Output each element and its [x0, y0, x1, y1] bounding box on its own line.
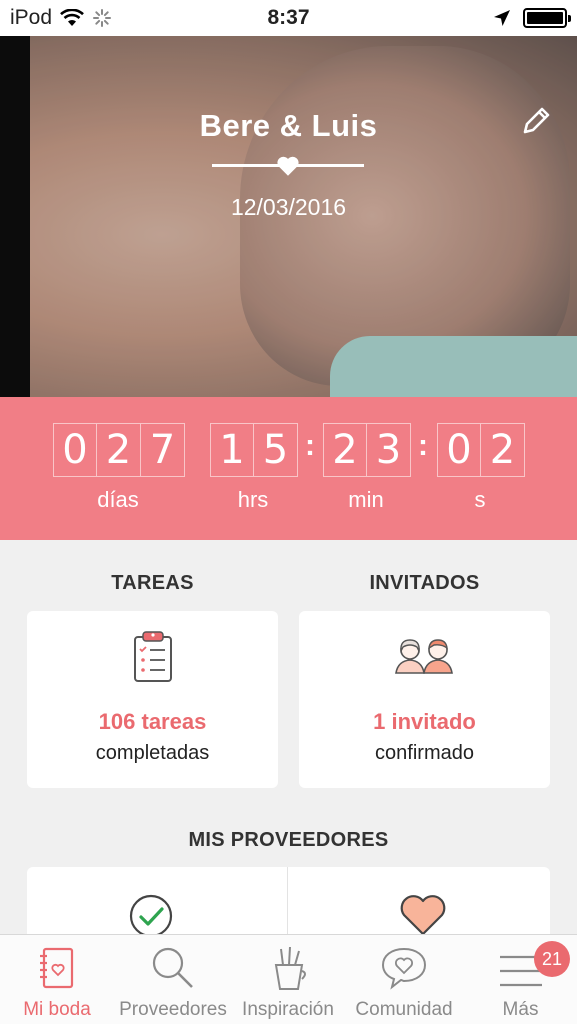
favorites-heart-icon[interactable]: [399, 893, 447, 937]
pencil-cup-icon: [274, 946, 306, 990]
tab-inspiracion[interactable]: Inspiración: [232, 935, 344, 1024]
days-digit: 7: [141, 423, 185, 477]
tasks-title: TAREAS: [111, 572, 194, 594]
minutes-digit: 2: [323, 423, 367, 477]
couple-photo-header: Bere & Luis 12/03/2016: [0, 36, 577, 397]
tab-label: Mi boda: [23, 999, 91, 1020]
hours-label: hrs: [237, 487, 269, 512]
seconds-digits: 0 2: [437, 423, 525, 477]
tasks-sub: completadas: [95, 742, 210, 764]
days-digit: 0: [53, 423, 97, 477]
tab-label: Comunidad: [355, 999, 453, 1020]
hours-digit: 5: [254, 423, 298, 477]
couple-names: Bere & Luis: [199, 108, 378, 143]
seconds-digit: 2: [481, 423, 525, 477]
status-right: [493, 8, 571, 28]
tab-label: Más: [502, 999, 539, 1020]
guests-count: 1 invitado: [373, 709, 476, 734]
days-digit: 2: [97, 423, 141, 477]
edit-pencil-icon[interactable]: [519, 104, 553, 138]
battery-icon: [523, 8, 571, 28]
clipboard-icon: [134, 631, 172, 682]
wedding-date: 12/03/2016: [230, 194, 347, 220]
guests-card[interactable]: 1 invitado confirmado: [299, 611, 550, 788]
time-separator: :: [418, 429, 428, 462]
seconds-digit: 0: [437, 423, 481, 477]
status-time: 8:37: [267, 6, 310, 29]
days-label: días: [97, 487, 139, 512]
tab-mi-boda[interactable]: Mi boda: [0, 935, 114, 1024]
tab-bar: Mi boda Proveedores Inspiración Comunida…: [0, 934, 577, 1024]
tab-proveedores[interactable]: Proveedores: [114, 935, 232, 1024]
tab-label: Proveedores: [119, 999, 227, 1020]
heart-icon: [277, 156, 299, 176]
location-arrow-icon: [494, 10, 510, 26]
tasks-card[interactable]: 106 tareas completadas: [27, 611, 278, 788]
status-bar: iPod 8:37: [0, 0, 577, 36]
minutes-digit: 3: [367, 423, 411, 477]
days-digits: 0 2 7: [53, 423, 185, 477]
guests-title: INVITADOS: [369, 572, 480, 594]
vendors-title: MIS PROVEEDORES: [188, 829, 389, 851]
hired-check-icon[interactable]: [128, 893, 174, 939]
hours-digits: 1 5: [210, 423, 298, 477]
tab-comunidad[interactable]: Comunidad: [344, 935, 464, 1024]
notebook-icon: [40, 947, 74, 989]
hours-digit: 1: [210, 423, 254, 477]
tasks-count: 106 tareas: [98, 709, 207, 734]
guests-icon: [395, 639, 453, 674]
minutes-digits: 2 3: [323, 423, 411, 477]
minutes-label: min: [348, 487, 384, 512]
chat-heart-icon: [381, 947, 427, 990]
time-separator: :: [305, 429, 315, 462]
search-icon: [152, 947, 193, 988]
countdown-panel: 0 2 7 1 5 : 2 3 : 0 2 días hrs min s: [0, 397, 577, 540]
tab-label: Inspiración: [242, 999, 334, 1020]
guests-sub: confirmado: [375, 742, 474, 764]
tab-mas[interactable]: 21 Más: [464, 935, 577, 1024]
notification-badge: 21: [534, 941, 570, 977]
seconds-label: s: [474, 487, 486, 512]
